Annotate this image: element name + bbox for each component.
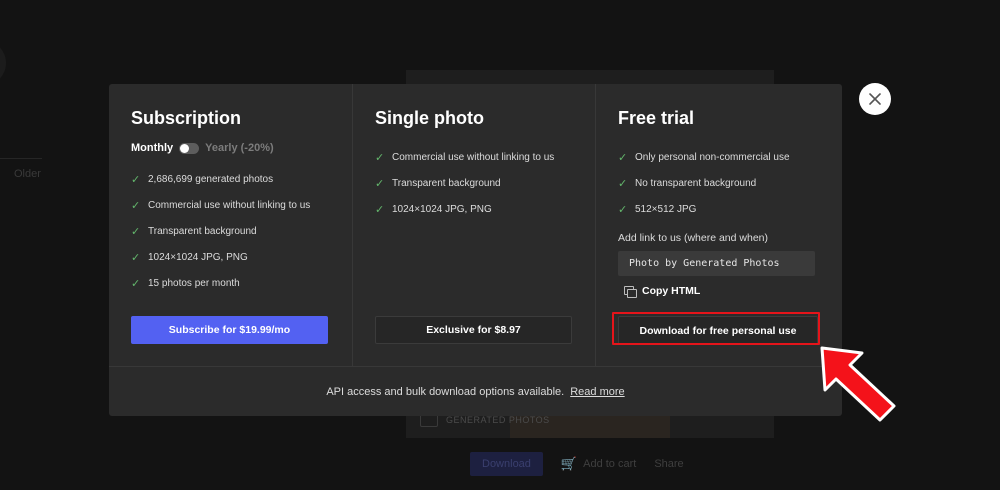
free-trial-features: ✓ Only personal non-commercial use ✓ No tr…: [618, 144, 820, 222]
read-more-link[interactable]: Read more: [570, 386, 624, 398]
copy-html-button[interactable]: Copy HTML: [618, 282, 820, 300]
list-item: ✓ Commercial use without linking to us: [375, 151, 555, 164]
subscribe-button[interactable]: Subscribe for $19.99/mo: [131, 316, 328, 344]
copy-icon: [624, 286, 637, 298]
check-icon: ✓: [618, 177, 628, 190]
free-trial-title: Free trial: [618, 108, 695, 128]
check-icon: ✓: [131, 251, 141, 264]
background-tab: Older: [14, 168, 41, 180]
list-item: ✓ 1024×1024 JPG, PNG: [131, 251, 248, 264]
background-avatar: [0, 40, 6, 86]
footer-text: API access and bulk download options ava…: [326, 385, 565, 398]
exclusive-purchase-button[interactable]: Exclusive for $8.97: [375, 316, 572, 344]
billing-period-toggle[interactable]: [179, 142, 200, 154]
background-share: Share: [654, 458, 684, 470]
list-item: ✓ Only personal non-commercial use: [618, 151, 790, 164]
list-item: ✓ 1024×1024 JPG, PNG: [375, 203, 492, 216]
annotation-highlight-box: [612, 312, 820, 345]
billing-yearly-label[interactable]: Yearly (-20%): [205, 142, 273, 154]
list-item: ✓ 512×512 JPG: [618, 203, 697, 216]
copy-html-label: Copy HTML: [642, 285, 701, 297]
background-add-to-cart-label: Add to cart: [583, 458, 637, 470]
check-icon: ✓: [131, 173, 141, 186]
background-download-button: Download: [470, 452, 543, 476]
check-icon: ✓: [375, 151, 385, 164]
list-item: ✓ Transparent background: [131, 225, 257, 238]
arrow-pointer-icon: [820, 346, 896, 422]
single-photo-column: Single photo ✓ Commercial use without lin…: [352, 84, 595, 366]
billing-toggle-row: Monthly Yearly (-20%): [131, 140, 330, 156]
close-modal-button[interactable]: [859, 83, 891, 115]
close-icon: [869, 93, 881, 105]
subscription-features: ✓ 2,686,699 generated photos ✓ Commercial …: [131, 166, 330, 296]
list-item: ✓ No transparent background: [618, 177, 757, 190]
background-action-bar: Download 🛒 Add to cart Share: [470, 452, 684, 476]
background-tab-underline: [0, 158, 42, 159]
list-item: ✓ Commercial use without linking to us: [131, 199, 311, 212]
list-item: ✓ 2,686,699 generated photos: [131, 173, 274, 186]
background-watermark: GENERATED PHOTOS: [446, 415, 550, 425]
billing-monthly-label[interactable]: Monthly: [131, 142, 173, 154]
check-icon: ✓: [618, 203, 628, 216]
background-add-to-cart: 🛒 Add to cart: [561, 456, 636, 472]
single-photo-title: Single photo: [375, 108, 484, 128]
cart-icon: 🛒: [560, 456, 578, 471]
check-icon: ✓: [131, 225, 141, 238]
check-icon: ✓: [375, 203, 385, 216]
pricing-modal: Subscription Monthly Yearly (-20%) ✓ 2,68…: [109, 84, 842, 416]
check-icon: ✓: [131, 277, 141, 290]
check-icon: ✓: [375, 177, 385, 190]
single-photo-features: ✓ Commercial use without linking to us ✓ T…: [375, 144, 573, 222]
check-icon: ✓: [131, 199, 141, 212]
attribution-text-field[interactable]: Photo by Generated Photos: [618, 251, 815, 276]
modal-footer: API access and bulk download options ava…: [109, 366, 842, 416]
attribution-label: Add link to us (where and when): [618, 232, 768, 244]
list-item: ✓ Transparent background: [375, 177, 501, 190]
check-icon: ✓: [618, 151, 628, 164]
subscription-title: Subscription: [131, 108, 242, 128]
subscription-column: Subscription Monthly Yearly (-20%) ✓ 2,68…: [109, 84, 352, 366]
toggle-knob: [180, 143, 190, 153]
list-item: ✓ 15 photos per month: [131, 277, 240, 290]
